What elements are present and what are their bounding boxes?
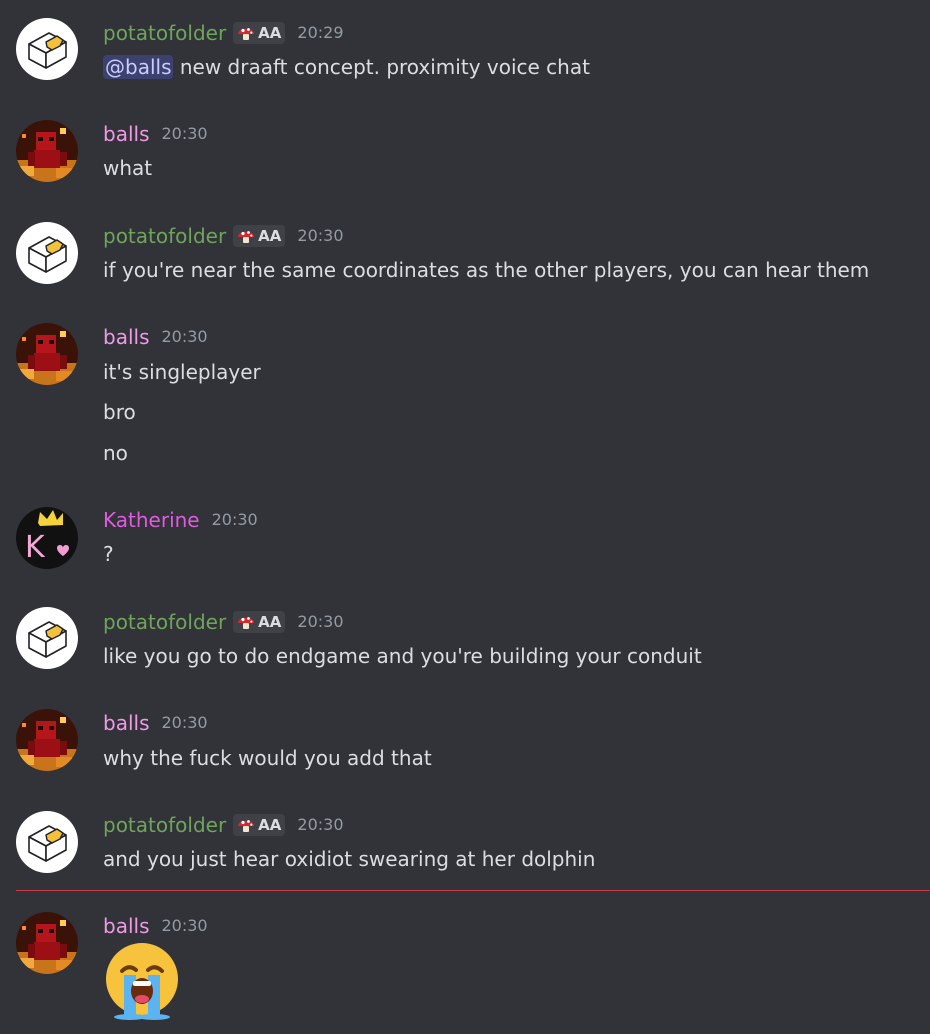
timestamp[interactable]: 20:30 [297, 222, 343, 250]
red-minecraft-character-avatar[interactable] [16, 709, 78, 771]
message-text: what [103, 156, 153, 180]
new-messages-divider [16, 890, 930, 891]
username[interactable]: potatofolder [103, 222, 226, 250]
timestamp[interactable]: 20:30 [161, 120, 207, 148]
username[interactable]: Katherine [103, 506, 200, 534]
folder-cube-avatar[interactable] [16, 811, 78, 873]
timestamp[interactable]: 20:30 [161, 709, 207, 737]
message-text: bro [103, 400, 136, 424]
username[interactable]: balls [103, 912, 149, 940]
mushroom-icon [236, 613, 256, 631]
message-header: balls 20:30 [103, 120, 208, 148]
message-text: like you go to do endgame and you're bui… [103, 644, 702, 668]
server-tag[interactable]: AA [233, 814, 286, 836]
timestamp[interactable]: 20:29 [297, 19, 343, 47]
timestamp[interactable]: 20:30 [161, 912, 207, 940]
username[interactable]: potatofolder [103, 608, 226, 636]
red-minecraft-character-avatar[interactable] [16, 120, 78, 182]
username[interactable]: potatofolder [103, 811, 226, 839]
k-crown-avatar[interactable]: K [16, 507, 78, 569]
message-header: potatofolder AA 20:30 [103, 811, 344, 839]
server-tag-label: AA [258, 24, 282, 42]
username[interactable]: potatofolder [103, 19, 226, 47]
server-tag-label: AA [258, 816, 282, 834]
message-header: potatofolder AA 20:30 [103, 608, 344, 636]
server-tag[interactable]: AA [233, 611, 286, 633]
server-tag[interactable]: AA [233, 225, 286, 247]
message-text: if you're near the same coordinates as t… [103, 258, 870, 282]
server-tag-label: AA [258, 227, 282, 245]
folder-cube-avatar[interactable] [16, 607, 78, 669]
loudly-crying-face-emoji[interactable] [103, 942, 181, 1020]
message-text: new draaft concept. proximity voice chat [173, 55, 590, 79]
folder-cube-avatar[interactable] [16, 18, 78, 80]
server-tag-label: AA [258, 613, 282, 631]
username[interactable]: balls [103, 709, 149, 737]
username[interactable]: balls [103, 323, 149, 351]
message-text: ? [103, 542, 114, 566]
folder-cube-avatar[interactable] [16, 222, 78, 284]
message-header: balls 20:30 [103, 912, 208, 940]
timestamp[interactable]: 20:30 [297, 608, 343, 636]
avatar-letter: K [25, 530, 46, 565]
mushroom-icon [236, 24, 256, 42]
timestamp[interactable]: 20:30 [212, 506, 258, 534]
message-text: no [103, 441, 128, 465]
message-header: Katherine 20:30 [103, 506, 258, 534]
red-minecraft-character-avatar[interactable] [16, 912, 78, 974]
user-mention[interactable]: @balls [103, 55, 174, 79]
message-text: why the fuck would you add that [103, 746, 432, 770]
message-header: potatofolder AA 20:29 [103, 19, 344, 47]
message-header: balls 20:30 [103, 323, 208, 351]
red-minecraft-character-avatar[interactable] [16, 323, 78, 385]
message-text: and you just hear oxidiot swearing at he… [103, 847, 596, 871]
mushroom-icon [236, 816, 256, 834]
timestamp[interactable]: 20:30 [297, 811, 343, 839]
message-text: it's singleplayer [103, 360, 261, 384]
mushroom-icon [236, 227, 256, 245]
username[interactable]: balls [103, 120, 149, 148]
message-content: @balls new draaft concept. proximity voi… [103, 53, 590, 81]
message-header: balls 20:30 [103, 709, 208, 737]
server-tag[interactable]: AA [233, 22, 286, 44]
message-header: potatofolder AA 20:30 [103, 222, 344, 250]
timestamp[interactable]: 20:30 [161, 323, 207, 351]
